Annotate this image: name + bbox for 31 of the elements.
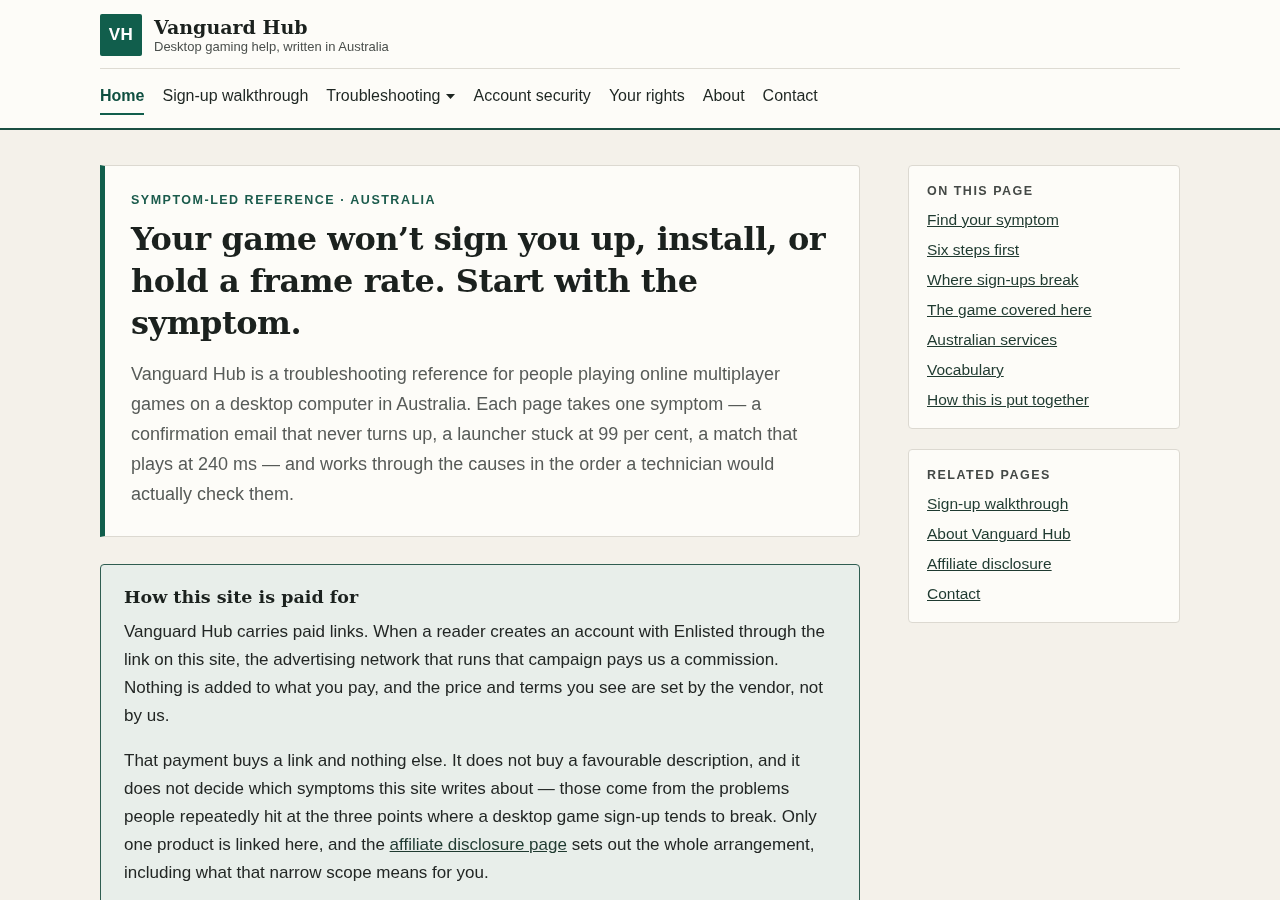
sidebar-link[interactable]: Australian services: [927, 325, 1058, 355]
site-title: Vanguard Hub: [154, 15, 309, 39]
sidebar-link[interactable]: The game covered here: [927, 295, 1092, 325]
disclosure-paragraph: Vanguard Hub carries paid links. When a reader creates an account with Enlisted through the link on this site, the advertising network that runs that campaign pays us a commission. Nothing is added to what you pay, and the price and terms you see are set by the vendor, not by us.: [124, 621, 826, 727]
sidebar-link[interactable]: Sign-up walkthrough: [927, 489, 1069, 519]
nav-link[interactable]: Your rights: [608, 85, 685, 115]
nav-link[interactable]: Sign-up walkthrough: [162, 85, 309, 115]
sidebar-link[interactable]: Vocabulary: [927, 355, 1004, 385]
sidebar-link[interactable]: Six steps first: [927, 235, 1020, 265]
sidebar-link[interactable]: Contact: [927, 579, 981, 609]
sidebar-link[interactable]: Affiliate disclosure: [927, 549, 1052, 579]
disclosure-paragraph: That payment buys a link and nothing else. It does not buy a favourable description, and it does not decide which symptoms this site writes about — those come from the problems people repeatedly hit at the three points where a desktop game sign-up tends to break. Only one product is linked here, and the affiliate disclosure page sets out the whole arrangement, including what that narrow scope means for you.: [124, 750, 818, 884]
nav-link[interactable]: Troubleshooting: [326, 85, 456, 115]
site-logo[interactable]: VH: [100, 14, 142, 56]
page-heading: Your game won’t sign you up, install, or hold a frame rate. Start with the symptom.: [131, 219, 827, 344]
sidebar-heading: RELATED PAGES: [927, 467, 1052, 484]
nav-link[interactable]: Home: [100, 85, 145, 115]
disclosure-heading: How this site is paid for: [124, 586, 360, 609]
nav-link[interactable]: Contact: [762, 85, 818, 115]
sidebar-link[interactable]: Where sign-ups break: [927, 265, 1079, 295]
kicker-text: SYMPTOM-LED REFERENCE · AUSTRALIA: [131, 192, 438, 209]
nav-link[interactable]: About: [702, 85, 745, 115]
sidebar-link[interactable]: How this is put together: [927, 385, 1089, 415]
disclosure-link[interactable]: affiliate disclosure page: [389, 835, 567, 854]
sidebar-heading: ON THIS PAGE: [927, 183, 1035, 200]
site-tagline: Desktop gaming help, written in Australia: [154, 39, 389, 55]
caret-icon: [446, 93, 456, 99]
nav-link[interactable]: Account security: [473, 85, 591, 115]
sidebar-link[interactable]: Find your symptom: [927, 205, 1059, 235]
intro-paragraph: Vanguard Hub is a troubleshooting reference for people playing online multiplayer games on a desktop computer in Australia. Each page takes one symptom — a confirmation email that never turns up, a launcher stuck at 99 per cent, a match that plays at 240 ms — and works through the causes in the order a technician would actually check them.: [131, 363, 799, 506]
sidebar-link[interactable]: About Vanguard Hub: [927, 519, 1071, 549]
